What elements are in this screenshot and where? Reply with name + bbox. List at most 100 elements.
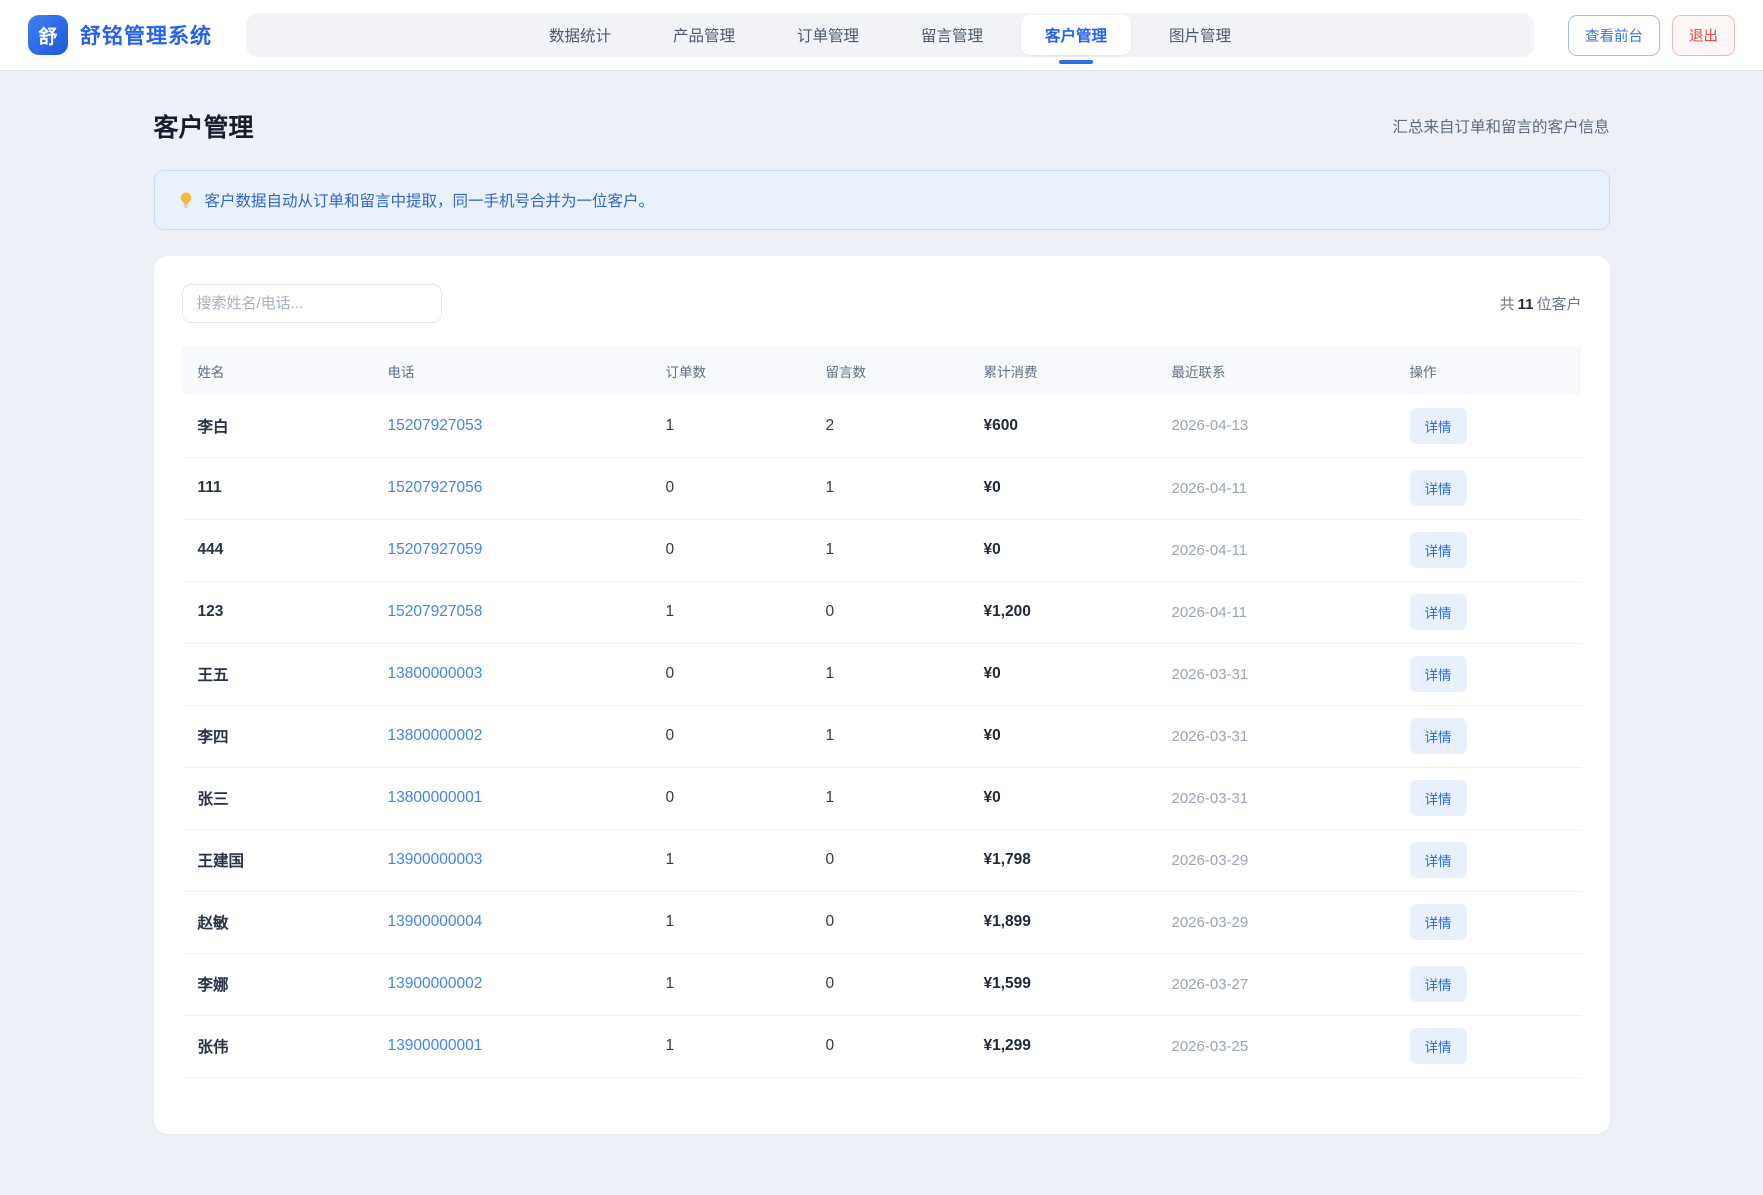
phone-link[interactable]: 13900000002 [388, 975, 483, 992]
table-row: 王五 13800000003 01 ¥02026-03-31 详情 [182, 643, 1582, 705]
last-contact-date-cell: 2026-03-31 [1156, 643, 1394, 705]
last-contact-date: 2026-03-31 [1172, 728, 1249, 745]
total-spend: ¥600 [984, 417, 1018, 434]
orders-count-cell: 1 [650, 829, 810, 891]
total-spend: ¥0 [984, 727, 1001, 744]
column-header: 姓名 [182, 347, 372, 395]
phone-link[interactable]: 15207927058 [388, 603, 483, 620]
orders-count: 1 [666, 975, 675, 992]
detail-button[interactable]: 详情 [1410, 966, 1467, 1002]
total-spend-cell: ¥1,200 [968, 581, 1156, 643]
phone-link[interactable]: 15207927056 [388, 479, 483, 496]
last-contact-date: 2026-04-11 [1172, 604, 1248, 621]
customer-name: 李四 [198, 729, 229, 746]
messages-count: 1 [826, 665, 835, 682]
messages-count: 0 [826, 975, 835, 992]
nav-tab-orders[interactable]: 订单管理 [773, 15, 883, 55]
table-row: 赵敏1390000000410¥1,8992026-03-29详情 [182, 891, 1582, 953]
customer-name: 张三 [198, 791, 229, 808]
customer-name-cell: 111 [182, 457, 372, 519]
phone-link[interactable]: 13800000002 [388, 727, 483, 744]
detail-button-cell: 详情 [1394, 953, 1582, 1015]
orders-count-cell: 1 [650, 891, 810, 953]
column-header: 操作 [1394, 347, 1582, 395]
orders-count: 1 [666, 851, 675, 868]
phone-link-cell: 13900000004 [372, 891, 650, 953]
messages-count-cell: 1 [810, 767, 968, 829]
messages-count: 1 [826, 479, 835, 496]
nav-tab-stats[interactable]: 数据统计 [525, 15, 635, 55]
detail-button[interactable]: 详情 [1410, 532, 1467, 568]
nav-tab-messages[interactable]: 留言管理 [897, 15, 1007, 55]
count-suffix: 位客户 [1536, 296, 1581, 313]
count-prefix: 共 [1500, 296, 1515, 313]
total-spend-cell: ¥0 [968, 705, 1156, 767]
detail-button[interactable]: 详情 [1410, 408, 1467, 444]
brand: 舒 舒铭管理系统 [28, 15, 212, 55]
phone-link-cell: 15207927053 [372, 395, 650, 457]
detail-button[interactable]: 详情 [1410, 594, 1467, 630]
card-toolbar: 共11位客户 [182, 284, 1582, 323]
customers-card: 共11位客户 姓名电话订单数留言数累计消费最近联系操作 李白1520792705… [154, 256, 1610, 1134]
table-row: 张三1380000000101¥02026-03-31详情 [182, 767, 1582, 829]
phone-link[interactable]: 13900000004 [388, 913, 483, 930]
orders-count: 0 [666, 479, 675, 496]
nav-tab-products[interactable]: 产品管理 [649, 15, 759, 55]
last-contact-date: 2026-03-25 [1172, 1038, 1249, 1055]
orders-count-cell: 0 [650, 705, 810, 767]
detail-button-cell: 详情 [1394, 1015, 1582, 1077]
customer-name: 123 [198, 603, 224, 620]
customer-name-cell: 李娜 [182, 953, 372, 1015]
customer-name: 李白 [198, 419, 229, 436]
orders-count-cell: 1 [650, 395, 810, 457]
detail-button[interactable]: 详情 [1410, 842, 1467, 878]
search-input[interactable] [182, 284, 442, 323]
detail-button[interactable]: 详情 [1410, 904, 1467, 940]
detail-button[interactable]: 详情 [1410, 780, 1467, 816]
table-header: 姓名电话订单数留言数累计消费最近联系操作 [182, 347, 1582, 395]
brand-logo-char: 舒 [38, 22, 57, 49]
last-contact-date-cell: 2026-03-29 [1156, 891, 1394, 953]
phone-link[interactable]: 13900000003 [388, 851, 483, 868]
total-spend-cell: ¥1,299 [968, 1015, 1156, 1077]
detail-button[interactable]: 详情 [1410, 656, 1467, 692]
detail-button-cell: 详情 [1394, 457, 1582, 519]
last-contact-date: 2026-03-31 [1172, 790, 1249, 807]
column-header: 订单数 [650, 347, 810, 395]
phone-link[interactable]: 15207927053 [388, 417, 483, 434]
orders-count-cell: 0 [650, 643, 810, 705]
total-spend-cell: ¥0 [968, 643, 1156, 705]
messages-count: 0 [826, 603, 835, 620]
column-header: 累计消费 [968, 347, 1156, 395]
logout-button[interactable]: 退出 [1672, 15, 1735, 56]
messages-count-cell: 1 [810, 705, 968, 767]
detail-button[interactable]: 详情 [1410, 718, 1467, 754]
nav-tab-images[interactable]: 图片管理 [1145, 15, 1255, 55]
nav-tab-customers[interactable]: 客户管理 [1021, 15, 1131, 55]
orders-count-cell: 0 [650, 767, 810, 829]
orders-count-cell: 0 [650, 519, 810, 581]
messages-count-cell: 0 [810, 953, 968, 1015]
phone-link-cell: 13900000002 [372, 953, 650, 1015]
orders-count: 1 [666, 1037, 675, 1054]
total-spend: ¥1,299 [984, 1037, 1031, 1054]
detail-button-cell: 详情 [1394, 829, 1582, 891]
total-spend-cell: ¥1,798 [968, 829, 1156, 891]
detail-button[interactable]: 详情 [1410, 1028, 1467, 1064]
last-contact-date-cell: 2026-03-27 [1156, 953, 1394, 1015]
table-row: 李四 13800000002 01 ¥0 2026-03-31 详情 [182, 705, 1582, 767]
table-row: 4441520792705901¥02026-04-11详情 [182, 519, 1582, 581]
messages-count-cell: 1 [810, 643, 968, 705]
customer-name-cell: 张伟 [182, 1015, 372, 1077]
detail-button-cell: 详情 [1394, 581, 1582, 643]
messages-count-cell: 0 [810, 1015, 968, 1077]
phone-link[interactable]: 15207927059 [388, 541, 483, 558]
phone-link[interactable]: 13800000001 [388, 789, 483, 806]
customer-name-cell: 王五 [182, 643, 372, 705]
main-nav: 数据统计产品管理订单管理留言管理客户管理图片管理 [246, 13, 1534, 57]
phone-link[interactable]: 13800000003 [388, 665, 483, 682]
phone-link[interactable]: 13900000001 [388, 1037, 483, 1054]
detail-button[interactable]: 详情 [1410, 470, 1467, 506]
view-frontend-button[interactable]: 查看前台 [1568, 15, 1660, 56]
orders-count: 1 [666, 603, 675, 620]
